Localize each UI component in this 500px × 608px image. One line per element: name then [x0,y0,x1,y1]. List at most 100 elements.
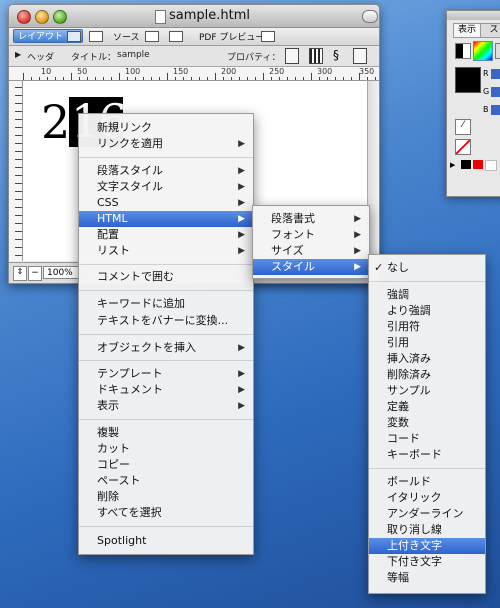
page-icon[interactable] [285,48,299,64]
style-submenu-item-label: イタリック [387,491,442,504]
panel-tab-style[interactable]: ス [480,23,500,38]
title-field[interactable]: sample [117,50,150,60]
style-submenu-item[interactable]: 強調 [369,287,485,303]
context-menu-item[interactable]: コメントで囲む [79,269,253,285]
ruler-tick [119,73,120,80]
panel-title-bar[interactable] [447,11,500,20]
context-menu-item[interactable]: オブジェクトを挿入 ▶ [79,340,253,356]
context-menu-item[interactable]: コピー [79,457,253,473]
zoom-field[interactable]: 100% [43,266,83,279]
context-menu-item[interactable]: 複製 [79,425,253,441]
ruler-tick [15,215,22,216]
close-button[interactable] [17,10,31,24]
zoom-button[interactable] [53,10,67,24]
style-submenu-item[interactable]: キーボード [369,447,485,463]
style-submenu-item[interactable]: より強調 [369,303,485,319]
swatch-black[interactable] [461,160,471,169]
slider-g-icon[interactable] [491,87,500,97]
context-menu-item[interactable]: 配置 ▶ [79,227,253,243]
properties-toolbar: ▶ ヘッダ タイトル： sample プロパティ： § [9,46,379,67]
context-menu-item[interactable]: 段落スタイル ▶ [79,163,253,179]
style-submenu-item[interactable]: アンダーライン [369,506,485,522]
ruler-tick [15,127,22,128]
palette-icon[interactable] [495,43,500,59]
context-menu-item[interactable]: リスト ▶ [79,243,253,259]
swatch-expand-icon[interactable]: ▶ [450,161,455,169]
html-submenu-item[interactable]: スタイル ▶ [253,259,369,275]
ruler-tick [167,73,168,80]
context-menu-item[interactable]: HTML ▶ [79,211,253,227]
pdf-icon[interactable] [261,31,275,42]
style-submenu-item[interactable]: 変数 [369,415,485,431]
link-icon[interactable]: § [333,48,345,62]
context-menu-item[interactable]: Spotlight [79,533,253,549]
film-icon[interactable] [309,48,323,64]
context-menu-item[interactable]: テンプレート ▶ [79,366,253,382]
style-submenu-item[interactable]: ボールド [369,474,485,490]
align-icon[interactable] [353,48,367,64]
zoom-out-button[interactable]: − [28,266,42,281]
ruler-tick [15,231,22,232]
style-submenu-item[interactable]: サンプル [369,383,485,399]
eyedropper-icon[interactable]: ⁄ [455,119,471,135]
tab-source[interactable]: ソース [113,30,140,43]
style-submenu-item[interactable]: 削除済み [369,367,485,383]
panel-tab-display[interactable]: 表示 [453,23,481,38]
context-menu-item[interactable]: 新規リンク [79,120,253,136]
canvas-text[interactable]: 2 [41,95,70,149]
style-submenu-item[interactable]: 引用符 [369,319,485,335]
context-menu-item[interactable]: 削除 [79,489,253,505]
source-mode-icon[interactable] [145,31,159,42]
color-wheel-icon[interactable] [473,41,493,61]
style-submenu-item[interactable]: 引用 [369,335,485,351]
context-menu-item[interactable]: 表示 ▶ [79,398,253,414]
ruler-tick [159,77,160,80]
header-label[interactable]: ヘッダ [27,50,54,63]
swatch-white[interactable] [485,160,497,171]
ruler-tick [327,77,328,80]
context-menu-item[interactable]: カット [79,441,253,457]
swatch-red[interactable] [473,160,483,169]
style-submenu-item[interactable]: 上付き文字 [369,538,485,554]
grayscale-icon[interactable] [455,43,471,59]
context-menu-item[interactable]: すべてを選択 [79,505,253,521]
context-menu-item[interactable]: ペースト [79,473,253,489]
toolbar-toggle-button[interactable] [362,10,378,23]
disclosure-triangle-icon[interactable]: ▶ [15,50,21,59]
style-submenu-item[interactable]: イタリック [369,490,485,506]
style-submenu-item[interactable]: ✓ なし [369,260,485,276]
html-submenu-item[interactable]: 段落書式 ▶ [253,211,369,227]
slider-r-icon[interactable] [491,69,500,79]
style-submenu-item[interactable]: 下付き文字 [369,554,485,570]
context-menu-item[interactable]: ドキュメント ▶ [79,382,253,398]
html-submenu-item[interactable]: フォント ▶ [253,227,369,243]
context-menu-item[interactable]: キーワードに追加 [79,296,253,312]
menu-separator [79,264,253,265]
title-bar[interactable]: sample.html [9,5,379,28]
minimize-button[interactable] [35,10,49,24]
source-wrap-icon[interactable] [169,31,183,42]
ruler-label: 50 [77,67,88,76]
style-submenu-item[interactable]: 等幅 [369,570,485,586]
context-menu-item[interactable]: CSS ▶ [79,195,253,211]
zoom-stepper-icon[interactable]: ⇕ [13,266,27,281]
channel-b-label: B [483,105,489,114]
layout-mode-icon[interactable] [67,31,81,42]
style-submenu-item[interactable]: コード [369,431,485,447]
tab-pdf-preview[interactable]: PDF プレビュー [199,30,264,43]
current-color-swatch[interactable] [455,67,481,93]
style-submenu-item[interactable]: 定義 [369,399,485,415]
submenu-arrow-icon: ▶ [238,246,245,256]
ruler-tick [15,191,22,192]
no-color-icon[interactable] [455,139,471,155]
slider-b-icon[interactable] [491,105,500,115]
context-menu-item[interactable]: テキストをバナーに変換... [79,313,253,329]
style-submenu-item[interactable]: 挿入済み [369,351,485,367]
context-menu-item[interactable]: 文字スタイル ▶ [79,179,253,195]
ruler-tick [151,77,152,80]
checkmark-icon: ✓ [374,261,384,274]
html-submenu-item[interactable]: サイズ ▶ [253,243,369,259]
style-submenu-item[interactable]: 取り消し線 [369,522,485,538]
split-view-icon[interactable] [89,31,103,42]
context-menu-item[interactable]: リンクを適用 ▶ [79,136,253,152]
